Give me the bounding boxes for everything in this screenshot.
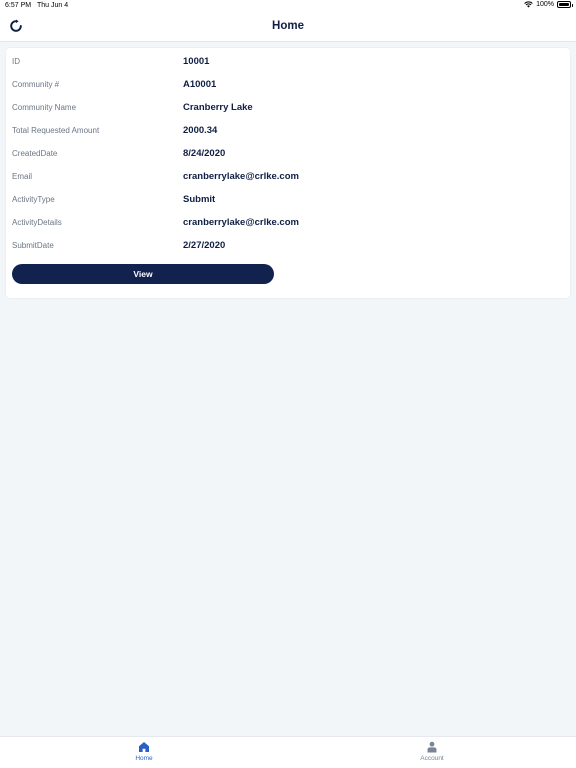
detail-row-email: Email cranberrylake@crlke.com xyxy=(6,168,570,188)
tab-label: Home xyxy=(135,755,153,762)
detail-row-activity-details: ActivityDetails cranberrylake@crlke.com xyxy=(6,214,570,234)
detail-label: Community # xyxy=(12,80,60,89)
detail-value: cranberrylake@crlke.com xyxy=(183,171,299,182)
detail-value: cranberrylake@crlke.com xyxy=(183,217,299,228)
detail-row-total-requested-amount: Total Requested Amount 2000.34 xyxy=(6,122,570,142)
detail-label: ActivityType xyxy=(12,195,55,204)
detail-value: 8/24/2020 xyxy=(183,148,226,159)
detail-value: 2000.34 xyxy=(183,125,218,136)
detail-label: Total Requested Amount xyxy=(12,126,100,135)
detail-value: Cranberry Lake xyxy=(183,102,253,113)
details-card: ID 10001 Community # A10001 Community Na… xyxy=(6,48,570,298)
detail-label: Community Name xyxy=(12,103,77,112)
tab-bar: Home Account xyxy=(0,736,576,768)
detail-row-created-date: CreatedDate 8/24/2020 xyxy=(6,145,570,165)
status-time: 6:57 PM xyxy=(5,2,32,9)
status-date: Thu Jun 4 xyxy=(37,2,69,9)
battery-percent: 100% xyxy=(536,1,554,8)
detail-label: ActivityDetails xyxy=(12,218,62,227)
detail-row-community-name: Community Name Cranberry Lake xyxy=(6,99,570,119)
tab-account[interactable]: Account xyxy=(402,741,462,762)
battery-icon xyxy=(557,1,573,8)
view-button[interactable]: View xyxy=(12,264,274,284)
status-indicators: 100% xyxy=(524,1,573,8)
detail-value: Submit xyxy=(183,194,216,205)
detail-value: 2/27/2020 xyxy=(183,240,226,251)
detail-label: Email xyxy=(12,172,33,181)
person-icon xyxy=(427,741,437,753)
detail-value: A10001 xyxy=(183,79,217,90)
detail-label: SubmitDate xyxy=(12,241,54,250)
detail-label: CreatedDate xyxy=(12,149,58,158)
wifi-icon xyxy=(524,1,533,8)
page-title: Home xyxy=(272,20,304,32)
detail-value: 10001 xyxy=(183,56,210,67)
tab-home[interactable]: Home xyxy=(114,741,174,762)
detail-row-id: ID 10001 xyxy=(6,53,570,73)
nav-bar: Home xyxy=(0,12,576,42)
status-bar: 6:57 PM Thu Jun 4 100% xyxy=(0,0,576,12)
detail-row-community-number: Community # A10001 xyxy=(6,76,570,96)
detail-row-submit-date: SubmitDate 2/27/2020 xyxy=(6,237,570,257)
detail-row-activity-type: ActivityType Submit xyxy=(6,191,570,211)
tab-label: Account xyxy=(420,755,444,762)
home-icon xyxy=(139,742,149,752)
detail-label: ID xyxy=(12,57,20,66)
